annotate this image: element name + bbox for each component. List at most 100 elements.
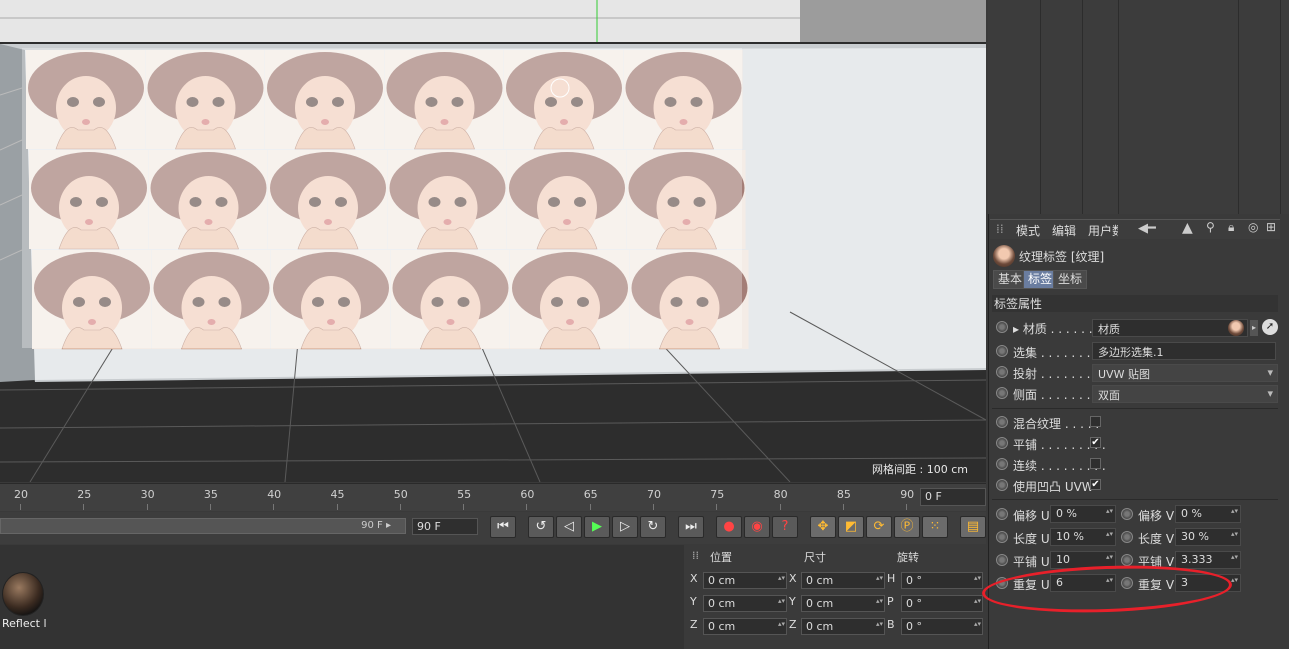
go-to-end-button[interactable]: ⏭ xyxy=(678,516,704,538)
size-z-field[interactable]: 0 cm xyxy=(801,618,885,635)
bump-label: 使用凹凸 UVW xyxy=(1013,480,1094,494)
rotation-p-field[interactable]: 0 ° xyxy=(901,595,983,612)
position-y-field[interactable]: 0 cm xyxy=(703,595,787,612)
seamless-checkbox[interactable] xyxy=(1090,458,1101,469)
rotation-h-field[interactable]: 0 ° xyxy=(901,572,983,589)
3d-viewport[interactable]: 网格间距 : 100 cm xyxy=(0,0,986,482)
length-v-radio-icon[interactable] xyxy=(1121,531,1133,543)
timeline-tick-mark xyxy=(209,504,211,510)
size-x-field[interactable]: 0 cm xyxy=(801,572,885,589)
timeline-tick-mark xyxy=(273,504,275,510)
size-axis-label: Z xyxy=(789,618,797,631)
pos-axis-label: Y xyxy=(690,595,697,608)
film-icon[interactable]: ▤ xyxy=(960,516,986,538)
seamless-radio-icon[interactable] xyxy=(996,458,1008,470)
offset-v-radio-icon[interactable] xyxy=(1121,508,1133,520)
mix-label: 混合纹理 . . . . . xyxy=(1013,417,1100,431)
timeline-tick-label: 55 xyxy=(457,488,472,501)
menu-mode[interactable]: 模式 xyxy=(1016,222,1040,239)
divider xyxy=(992,499,1278,500)
material-field[interactable]: 材质 xyxy=(1092,319,1248,337)
rot-axis-label: B xyxy=(887,618,895,631)
target-icon[interactable]: ◎ xyxy=(1248,220,1258,234)
projection-dropdown[interactable]: UVW 贴图 xyxy=(1092,364,1278,382)
search-icon[interactable]: ⚲ xyxy=(1206,220,1215,234)
length-u-field[interactable]: 10 % xyxy=(1050,528,1116,546)
prev-key-button[interactable]: ↺ xyxy=(528,516,554,538)
viewport-scene xyxy=(0,0,986,482)
bump-radio-icon[interactable] xyxy=(996,479,1008,491)
material-label-text: 材质 . . . . . . . xyxy=(1022,322,1101,336)
go-to-start-button[interactable]: ⏮ xyxy=(490,516,516,538)
next-frame-button[interactable]: ▷ xyxy=(612,516,638,538)
length-u-radio-icon[interactable] xyxy=(996,531,1008,543)
position-z-field[interactable]: 0 cm xyxy=(703,618,787,635)
timeline-tick-mark xyxy=(906,504,908,510)
position-header: 位置 xyxy=(710,551,732,564)
timeline-ruler[interactable]: 20 25 30 35 40 45 50 55 60 65 70 75 80 85 90 xyxy=(0,483,986,511)
offset-u-label: 偏移 U xyxy=(1013,509,1050,523)
mix-radio-icon[interactable] xyxy=(996,416,1008,428)
frame-scrubber[interactable]: 90 F ▸ xyxy=(0,518,406,534)
side-radio-icon[interactable] xyxy=(996,387,1008,399)
projection-radio-icon[interactable] xyxy=(996,366,1008,378)
lock-icon[interactable]: 🔒︎ xyxy=(1228,220,1234,235)
size-y-field[interactable]: 0 cm xyxy=(801,595,885,612)
tab-basic[interactable]: 基本 xyxy=(993,270,1028,289)
timeline-tick-mark xyxy=(589,504,591,510)
new-panel-icon[interactable]: ⊞ xyxy=(1266,220,1276,234)
offset-v-field[interactable]: 0 % xyxy=(1175,505,1241,523)
mix-checkbox[interactable] xyxy=(1090,416,1101,427)
length-v-label: 长度 V xyxy=(1138,532,1175,546)
timeline-tick-label: 30 xyxy=(140,488,155,501)
menu-edit[interactable]: 编辑 xyxy=(1052,222,1076,239)
param-key-icon[interactable]: Ⓟ xyxy=(894,516,920,538)
position-x-field[interactable]: 0 cm xyxy=(703,572,787,589)
timeline-tick-mark xyxy=(463,504,465,510)
end-frame-field[interactable]: 90 F xyxy=(412,518,478,535)
tiles-v-radio-icon[interactable] xyxy=(1121,554,1133,566)
timeline-tick-label: 25 xyxy=(77,488,92,501)
current-frame-field[interactable]: 0 F xyxy=(920,488,986,506)
next-key-button[interactable]: ↻ xyxy=(640,516,666,538)
tag-title: 纹理标签 [纹理] xyxy=(1019,250,1105,264)
rotate-key-icon[interactable]: ⟳ xyxy=(866,516,892,538)
tab-coord[interactable]: 坐标 xyxy=(1053,270,1088,289)
tiles-v-field[interactable]: 3.333 xyxy=(1175,551,1241,569)
up-arrow-icon[interactable]: ▲ xyxy=(1182,220,1193,236)
offset-u-radio-icon[interactable] xyxy=(996,508,1008,520)
menu-user-data[interactable]: 用户数 xyxy=(1088,222,1118,239)
side-dropdown[interactable]: 双面 xyxy=(1092,385,1278,403)
point-level-icon[interactable]: ⁙ xyxy=(922,516,948,538)
record-button[interactable]: ● xyxy=(716,516,742,538)
tab-tag[interactable]: 标签 xyxy=(1023,270,1058,289)
expand-arrow-icon[interactable]: ▸ xyxy=(1013,322,1023,336)
tile-radio-icon[interactable] xyxy=(996,437,1008,449)
autokey-button[interactable]: ◉ xyxy=(744,516,770,538)
timeline-tick-label: 45 xyxy=(330,488,345,501)
prev-frame-button[interactable]: ◁ xyxy=(556,516,582,538)
back-arrow-icon[interactable]: ◀━ xyxy=(1138,221,1156,236)
material-menu-arrow-icon[interactable]: ▸ xyxy=(1250,320,1258,336)
rotation-b-field[interactable]: 0 ° xyxy=(901,618,983,635)
grip-icon: ⁞⁞ xyxy=(996,222,1004,236)
play-button[interactable]: ▶ xyxy=(584,516,610,538)
timeline-tick-label: 90 xyxy=(900,488,915,501)
offset-u-field[interactable]: 0 % xyxy=(1050,505,1116,523)
grip-icon: ⁞⁞ xyxy=(692,549,699,562)
selection-radio-icon[interactable] xyxy=(996,345,1008,357)
length-v-field[interactable]: 30 % xyxy=(1175,528,1241,546)
timeline-tick-label: 50 xyxy=(393,488,408,501)
move-key-icon[interactable]: ✥ xyxy=(810,516,836,538)
selection-field[interactable]: 多边形选集.1 xyxy=(1092,342,1276,360)
keyframe-help-button[interactable]: ? xyxy=(772,516,798,538)
material-name[interactable]: Reflect l xyxy=(2,617,46,630)
scale-key-icon[interactable]: ◩ xyxy=(838,516,864,538)
material-radio-icon[interactable] xyxy=(996,321,1008,333)
bump-checkbox[interactable]: ✔ xyxy=(1090,479,1101,490)
tiles-u-radio-icon[interactable] xyxy=(996,554,1008,566)
tile-checkbox[interactable]: ✔ xyxy=(1090,437,1101,448)
material-thumbnail[interactable] xyxy=(2,572,44,616)
pick-cursor-icon[interactable]: ➚ xyxy=(1262,319,1278,335)
timeline-tick-mark xyxy=(20,504,21,510)
